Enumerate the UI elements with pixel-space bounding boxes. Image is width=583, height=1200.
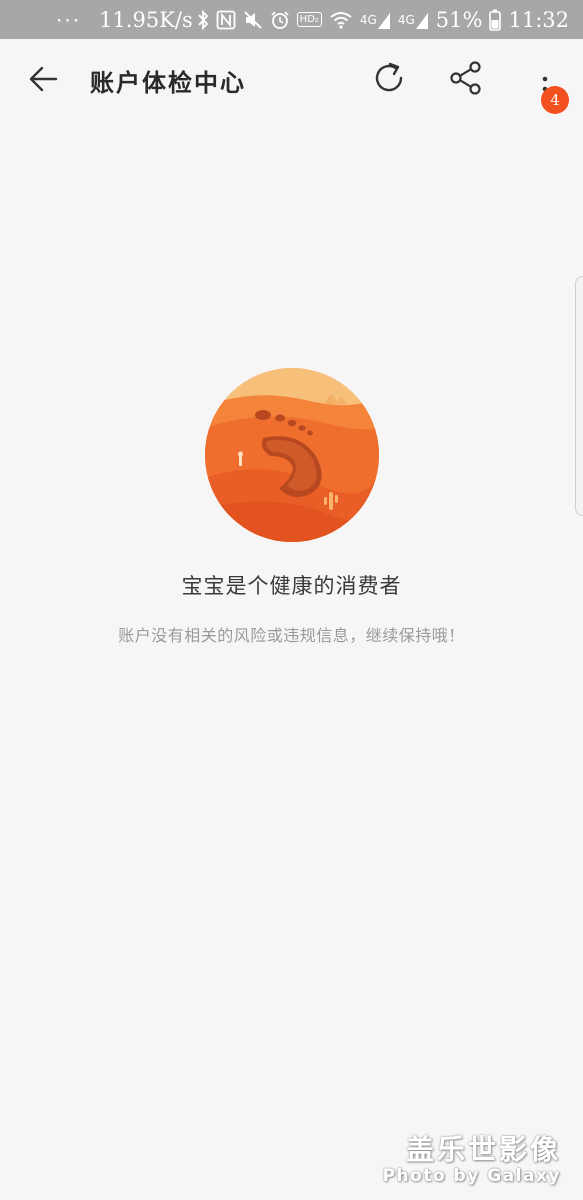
status-more-dots: ··· <box>56 7 82 32</box>
nfc-icon <box>216 10 236 30</box>
status-right: HD₂ 4G 4G 51% 11:32 <box>197 8 569 32</box>
hd-voice-icon: HD₂ <box>296 12 322 27</box>
page-title: 账户体检中心 <box>90 69 246 97</box>
notification-badge: 4 <box>541 86 569 114</box>
share-icon <box>450 61 481 95</box>
alarm-icon <box>270 10 290 30</box>
refresh-icon <box>375 62 403 92</box>
signal-icon-2: 4G <box>398 10 429 30</box>
wifi-icon <box>329 10 353 30</box>
screen: ··· 11.95K/s HD₂ 4G 4G 51% 11:32 账户体检中心 … <box>0 0 583 1200</box>
bluetooth-icon <box>197 9 209 30</box>
network-speed: 11.95K/s <box>99 7 193 32</box>
share-button[interactable] <box>447 59 485 97</box>
sub-message: 账户没有相关的风险或违规信息，继续保持哦！ <box>118 626 465 645</box>
refresh-button[interactable] <box>370 59 408 97</box>
watermark: 盖乐世影像 Photo by Galaxy <box>383 1128 561 1186</box>
watermark-cn: 盖乐世影像 <box>405 1133 561 1166</box>
back-arrow-icon <box>29 66 58 92</box>
network-type-label-2: 4G <box>397 12 415 27</box>
edge-panel-handle[interactable] <box>575 276 583 516</box>
watermark-en: Photo by Galaxy <box>382 1166 561 1186</box>
status-bar: ··· 11.95K/s HD₂ 4G 4G 51% 11:32 <box>0 0 583 39</box>
battery-percent: 51% <box>435 7 483 32</box>
main-message: 宝宝是个健康的消费者 <box>181 574 402 598</box>
title-bar: 账户体检中心 4 <box>0 39 583 117</box>
status-left: ··· 11.95K/s <box>56 8 193 32</box>
signal-icon-1: 4G <box>360 10 391 30</box>
network-type-label: 4G <box>359 12 377 27</box>
battery-icon <box>489 9 502 31</box>
footprint-desert-icon <box>205 368 379 542</box>
mute-icon <box>243 10 263 30</box>
clock-time: 11:32 <box>508 7 569 32</box>
back-button[interactable] <box>24 61 64 97</box>
